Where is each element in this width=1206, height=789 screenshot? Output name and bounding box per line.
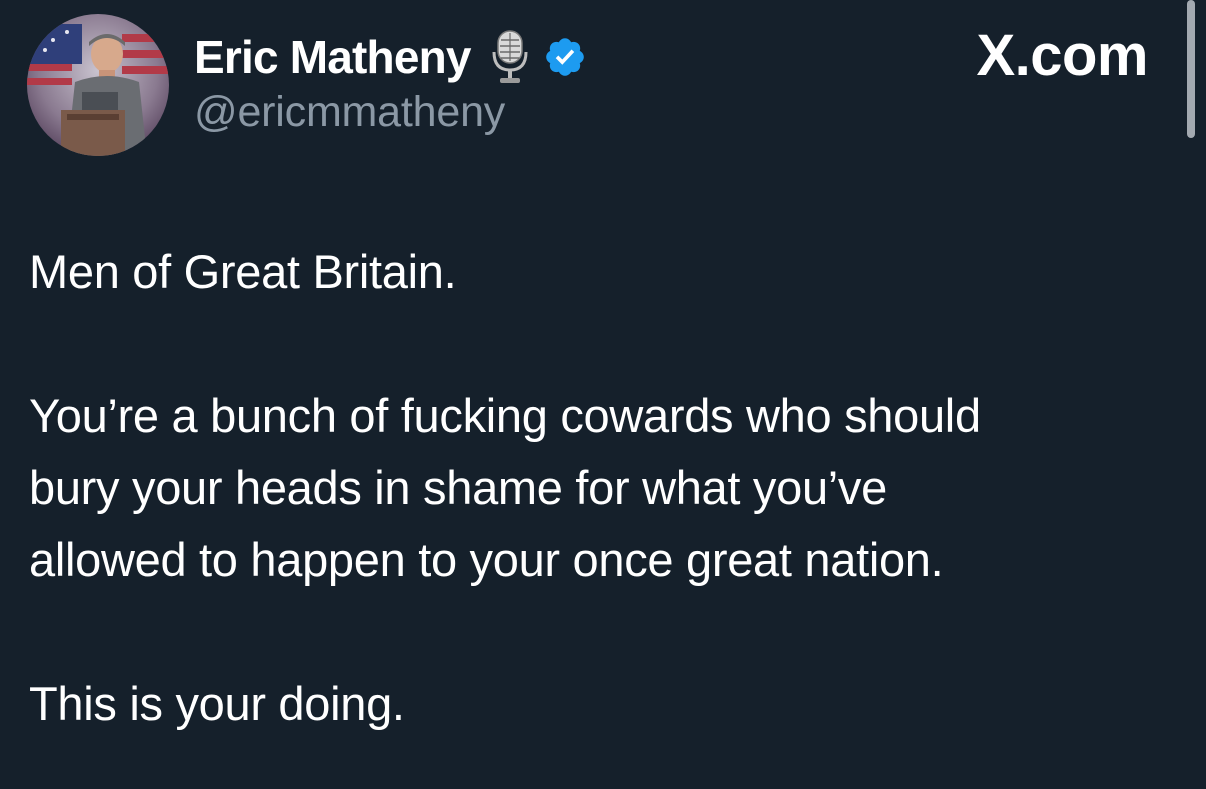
avatar[interactable]: [27, 14, 169, 156]
tweet-text: Men of Great Britain. You’re a bunch of …: [29, 236, 1179, 740]
display-name[interactable]: Eric Matheny: [194, 30, 472, 84]
microphone-icon: [491, 28, 529, 86]
avatar-image: [27, 14, 169, 156]
username-handle[interactable]: @ericmmatheny: [194, 88, 505, 137]
tweet-paragraph: This is your doing.: [29, 677, 405, 730]
verified-badge-icon[interactable]: [543, 35, 587, 79]
tweet-paragraph: You’re a bunch of fucking cowards who sh…: [29, 389, 981, 586]
tweet-paragraph: Men of Great Britain.: [29, 245, 457, 298]
author-name-row: Eric Matheny: [194, 26, 587, 88]
scrollbar[interactable]: [1187, 0, 1195, 138]
site-label: X.com: [976, 23, 1148, 88]
